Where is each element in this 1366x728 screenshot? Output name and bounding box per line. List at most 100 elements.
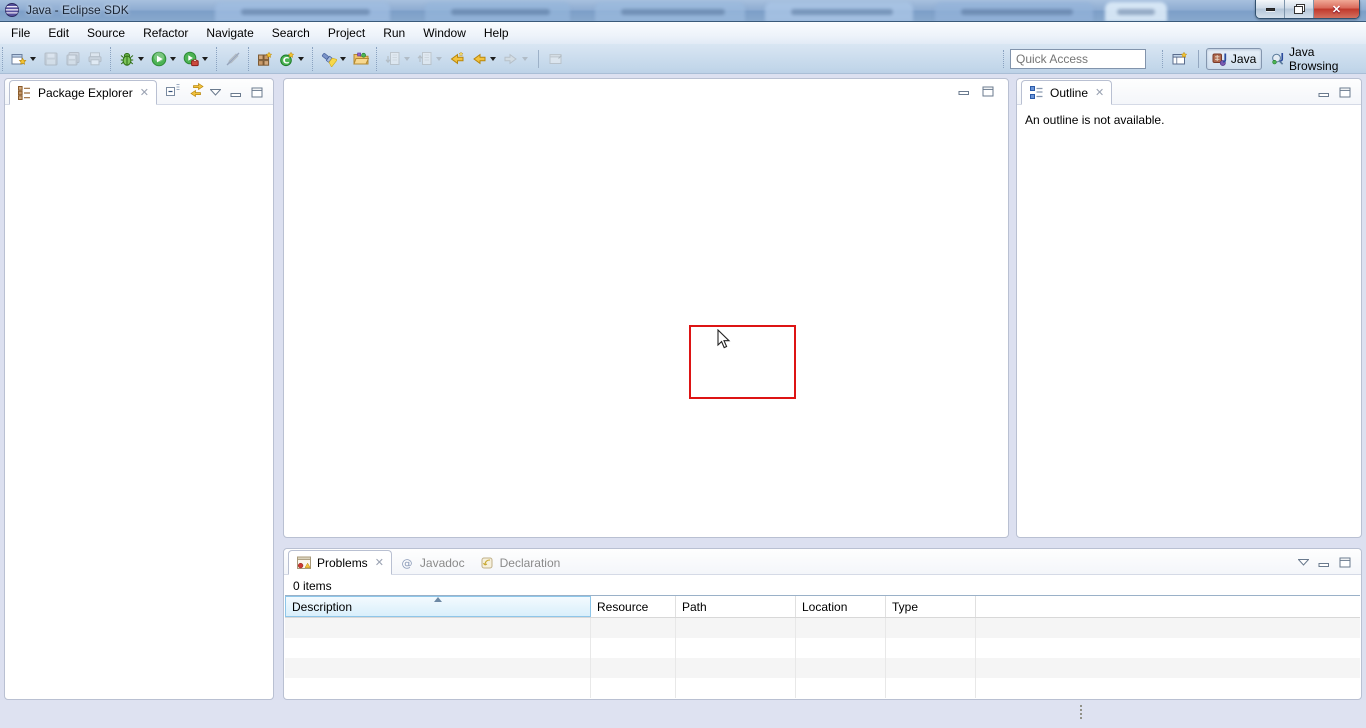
search-dropdown[interactable] <box>340 57 346 64</box>
minimize-view-icon[interactable] <box>1318 88 1330 98</box>
tab-declaration[interactable]: Declaration <box>472 550 568 575</box>
perspective-java-browsing-label: Java Browsing <box>1289 45 1361 73</box>
previous-annotation-dropdown[interactable] <box>436 57 442 64</box>
debug-icon <box>119 51 135 67</box>
pin-editor-button[interactable] <box>545 47 567 71</box>
print-button[interactable] <box>84 47 106 71</box>
tab-problems[interactable]: Problems ✕ <box>288 550 392 575</box>
open-type-button[interactable] <box>350 47 372 71</box>
previous-annotation-icon <box>417 51 433 67</box>
column-header-path[interactable]: Path <box>676 596 796 617</box>
run-external-tools-dropdown[interactable] <box>202 57 208 64</box>
previous-annotation-button[interactable] <box>414 47 446 71</box>
next-annotation-dropdown[interactable] <box>404 57 410 64</box>
view-menu-icon[interactable] <box>1298 559 1309 566</box>
menu-file[interactable]: File <box>2 23 39 43</box>
close-window-button[interactable]: ✕ <box>1314 0 1359 18</box>
new-java-project-button[interactable] <box>254 47 276 71</box>
back-dropdown[interactable] <box>490 57 496 64</box>
column-header-description[interactable]: Description <box>285 596 591 617</box>
outline-view: Outline ✕ An outline is not available. <box>1016 78 1362 538</box>
table-row <box>285 618 1360 638</box>
run-external-tools-icon <box>183 51 199 67</box>
menu-window[interactable]: Window <box>414 23 475 43</box>
menu-edit[interactable]: Edit <box>39 23 78 43</box>
outline-message: An outline is not available. <box>1017 105 1361 135</box>
quick-access-input[interactable] <box>1010 49 1146 69</box>
maximize-view-icon[interactable] <box>1339 557 1351 568</box>
table-row <box>285 658 1360 678</box>
last-edit-location-button[interactable] <box>446 47 468 71</box>
package-explorer-tree[interactable] <box>5 105 273 699</box>
column-header-resource[interactable]: Resource <box>591 596 676 617</box>
new-java-class-button[interactable]: C <box>276 47 308 71</box>
open-perspective-button[interactable] <box>1169 47 1191 71</box>
minimize-view-icon[interactable] <box>1318 558 1330 568</box>
package-explorer-view: Package Explorer ✕ <box>4 78 274 700</box>
background-browser-tab <box>215 2 390 22</box>
java-perspective-icon: J <box>1212 51 1228 67</box>
perspective-java-button[interactable]: J Java <box>1206 48 1262 70</box>
save-all-button[interactable] <box>62 47 84 71</box>
menu-project[interactable]: Project <box>319 23 374 43</box>
search-button[interactable] <box>318 47 350 71</box>
minimize-editor-icon[interactable] <box>958 86 970 96</box>
debug-dropdown[interactable] <box>138 57 144 64</box>
run-button[interactable] <box>148 47 180 71</box>
tab-outline[interactable]: Outline ✕ <box>1021 80 1112 105</box>
menu-search[interactable]: Search <box>263 23 319 43</box>
new-java-class-dropdown[interactable] <box>298 57 304 64</box>
menu-refactor[interactable]: Refactor <box>134 23 197 43</box>
close-icon[interactable]: ✕ <box>375 556 384 569</box>
maximize-view-icon[interactable] <box>1339 87 1351 98</box>
tab-package-explorer[interactable]: Package Explorer ✕ <box>9 80 157 105</box>
menu-source[interactable]: Source <box>78 23 134 43</box>
back-arrow-icon <box>471 51 487 67</box>
menu-run[interactable]: Run <box>374 23 414 43</box>
save-button[interactable] <box>40 47 62 71</box>
svg-text:J: J <box>1222 53 1227 64</box>
sort-ascending-icon <box>434 597 442 602</box>
forward-button[interactable] <box>500 47 532 71</box>
pin-editor-icon <box>548 51 564 67</box>
tab-package-explorer-label: Package Explorer <box>38 86 133 100</box>
column-header-type[interactable]: Type <box>886 596 976 617</box>
perspective-java-browsing-button[interactable]: J Java Browsing <box>1266 43 1366 75</box>
minimize-window-button[interactable] <box>1256 0 1285 18</box>
status-bar <box>0 700 1366 728</box>
table-row <box>285 678 1360 698</box>
back-button[interactable] <box>468 47 500 71</box>
new-wizard-button[interactable] <box>8 47 40 71</box>
close-icon[interactable]: ✕ <box>140 86 149 99</box>
run-external-tools-button[interactable] <box>180 47 212 71</box>
menu-navigate[interactable]: Navigate <box>197 23 262 43</box>
forward-dropdown[interactable] <box>522 57 528 64</box>
column-header-location[interactable]: Location <box>796 596 886 617</box>
view-menu-icon[interactable] <box>210 89 221 96</box>
editor-area[interactable] <box>283 78 1009 538</box>
problems-view: Problems ✕ @ Javadoc Declaration 0 items <box>283 548 1362 700</box>
run-dropdown[interactable] <box>170 57 176 64</box>
menu-help[interactable]: Help <box>475 23 518 43</box>
next-annotation-button[interactable] <box>382 47 414 71</box>
new-wizard-icon <box>11 51 27 67</box>
problems-table: Description Resource Path Location Type <box>285 595 1360 698</box>
new-java-project-icon <box>257 51 273 67</box>
javadoc-icon: @ <box>399 555 415 571</box>
tab-javadoc[interactable]: @ Javadoc <box>392 550 472 575</box>
perspective-java-label: Java <box>1231 52 1256 66</box>
pen-slash-button[interactable] <box>222 47 244 71</box>
link-with-editor-icon[interactable] <box>189 82 205 98</box>
minimize-view-icon[interactable] <box>230 88 242 98</box>
problems-icon <box>296 555 312 571</box>
maximize-editor-icon[interactable] <box>982 86 994 97</box>
maximize-view-icon[interactable] <box>251 87 263 98</box>
main-toolbar: C <box>0 44 1366 74</box>
new-wizard-dropdown[interactable] <box>30 57 36 64</box>
close-icon[interactable]: ✕ <box>1095 86 1104 99</box>
print-icon <box>87 51 103 67</box>
restore-window-button[interactable] <box>1285 0 1314 18</box>
debug-button[interactable] <box>116 47 148 71</box>
collapse-all-icon[interactable] <box>165 82 181 98</box>
forward-arrow-icon <box>503 51 519 67</box>
